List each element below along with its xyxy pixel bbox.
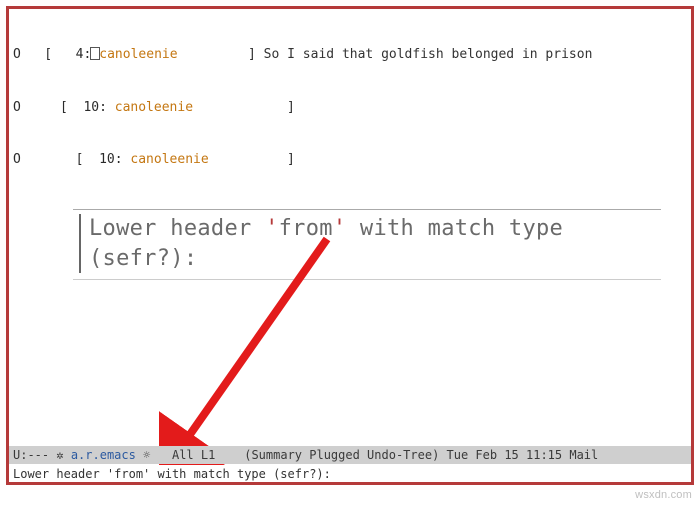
- prompt-callout-text: Lower header 'from' with match type (sef…: [79, 214, 655, 273]
- prompt-callout: Lower header 'from' with match type (sef…: [73, 209, 661, 280]
- modeline-modes: (Summary Plugged Undo-Tree) Tue Feb 15 1…: [244, 448, 598, 462]
- row-close: ]: [248, 47, 264, 62]
- modeline-vc-icon: ✲: [56, 448, 63, 462]
- row-pad: [209, 152, 287, 167]
- modeline-left: U:---: [13, 448, 56, 462]
- row-prefix: O [ 4:: [13, 47, 91, 62]
- watermark: wsxdn.com: [635, 488, 692, 503]
- minibuffer[interactable]: Lower header 'from' with match type (sef…: [9, 465, 691, 482]
- row-prefix: O [ 10:: [13, 100, 115, 115]
- row-pad: [178, 47, 248, 62]
- row-author: canoleenie: [130, 152, 208, 167]
- modeline-buffer-name: a.r.emacs: [64, 448, 143, 462]
- row-author: canoleenie: [115, 100, 193, 115]
- thread-row[interactable]: O [ 4: canoleenie ] So I said that goldfi…: [13, 46, 687, 64]
- mode-line: U:--- ✲ a.r.emacs ☼ All L1 (Summary Plug…: [9, 446, 691, 464]
- row-subject: So I said that goldfish belonged in pris…: [264, 47, 593, 62]
- editor-frame: O [ 4: canoleenie ] So I said that goldfi…: [6, 6, 694, 485]
- row-close: ]: [287, 152, 295, 167]
- row-prefix: O [ 10:: [13, 152, 130, 167]
- modeline-position: All L1: [150, 448, 244, 462]
- thread-row[interactable]: O [ 10: canoleenie ]: [13, 99, 687, 117]
- row-pad: [193, 100, 287, 115]
- thread-row[interactable]: O [ 10: canoleenie ]: [13, 151, 687, 169]
- row-author: canoleenie: [99, 47, 177, 62]
- minibuffer-prompt: Lower header 'from' with match type (sef…: [13, 467, 338, 481]
- row-close: ]: [287, 100, 295, 115]
- summary-buffer[interactable]: O [ 4: canoleenie ] So I said that goldfi…: [9, 9, 691, 206]
